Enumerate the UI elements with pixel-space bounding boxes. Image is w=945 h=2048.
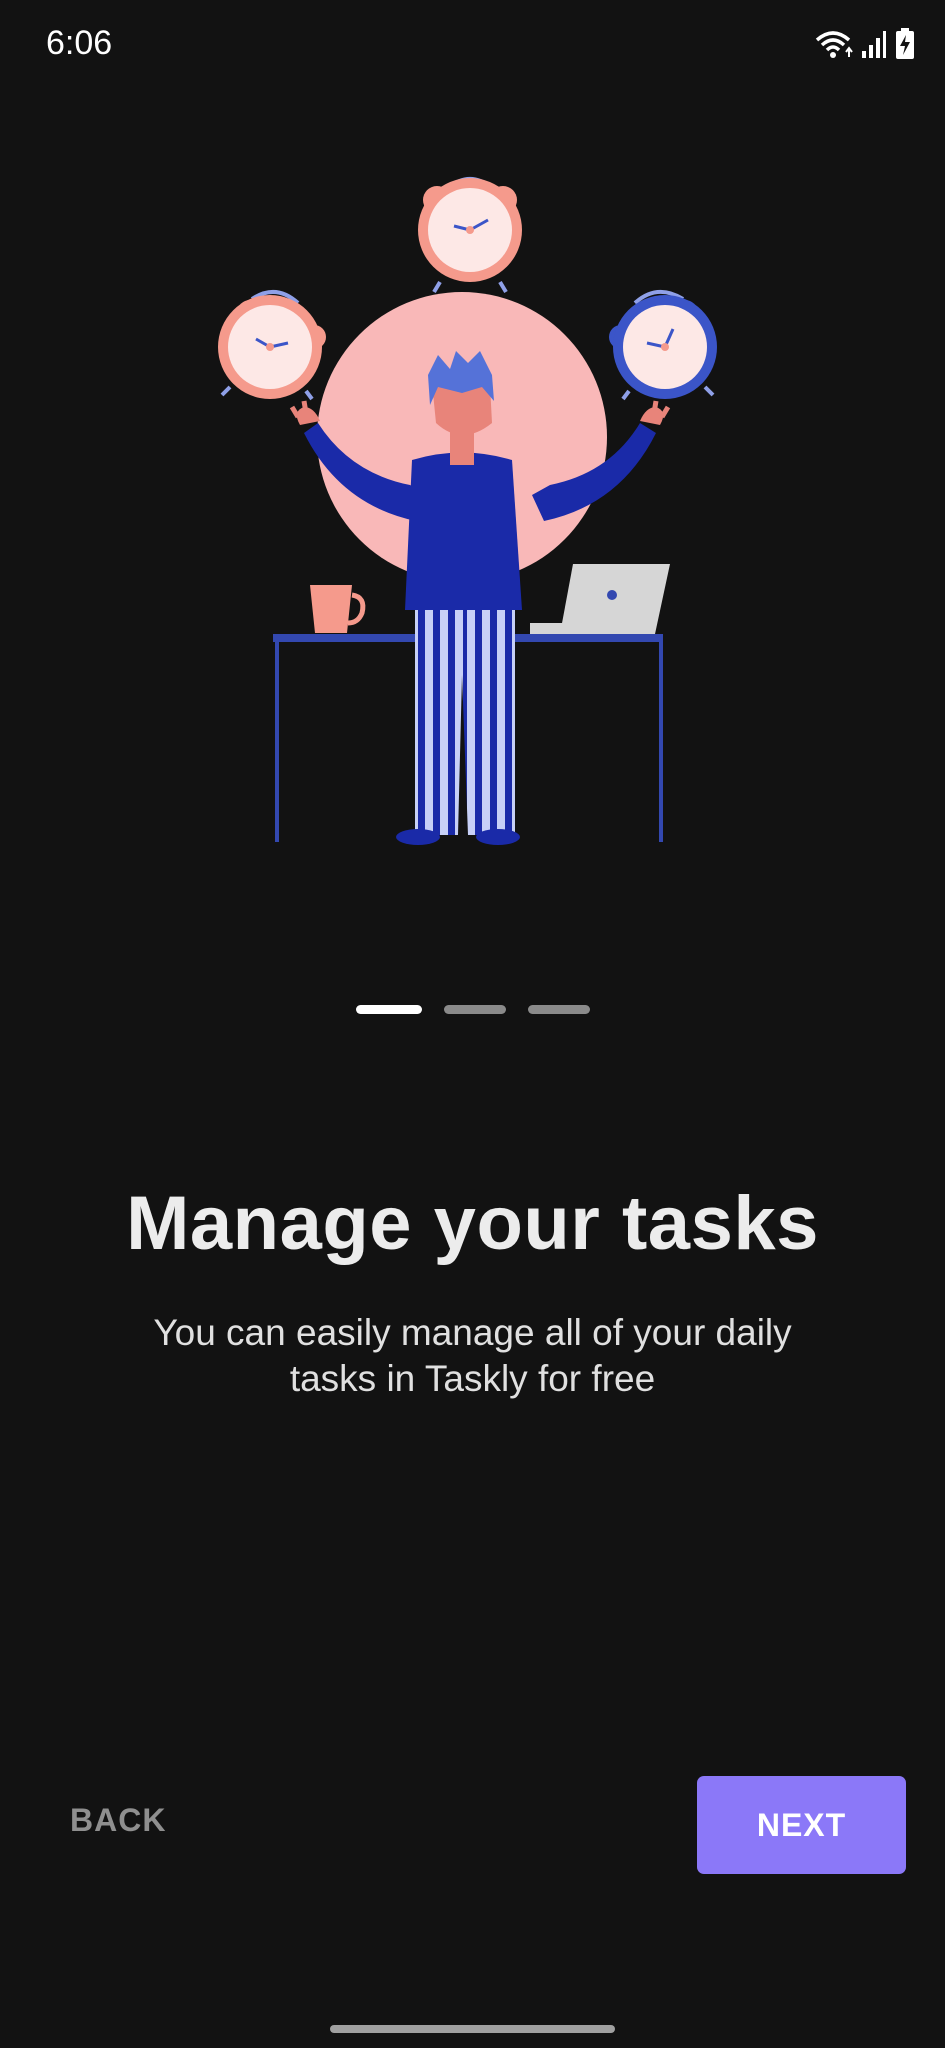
status-time: 6:06 <box>46 24 113 62</box>
page-indicator <box>0 1005 945 1014</box>
page-indicator-dot-3[interactable] <box>527 1005 590 1014</box>
onboarding-illustration <box>200 155 740 855</box>
wifi-icon <box>813 28 853 65</box>
page-indicator-dot-2[interactable] <box>443 1005 506 1014</box>
home-indicator[interactable] <box>330 2025 615 2033</box>
next-button[interactable]: NEXT <box>697 1776 906 1874</box>
battery-charging-icon <box>895 28 915 65</box>
page-indicator-dot-1[interactable] <box>355 1005 422 1014</box>
onboarding-subtitle: You can easily manage all of your daily … <box>153 1312 792 1399</box>
signal-icon <box>861 29 887 64</box>
status-icons <box>813 28 915 65</box>
onboarding-title: Manage your tasks <box>126 1181 819 1266</box>
status-bar: 6:06 <box>0 0 945 90</box>
back-button[interactable]: BACK <box>50 1785 186 1855</box>
